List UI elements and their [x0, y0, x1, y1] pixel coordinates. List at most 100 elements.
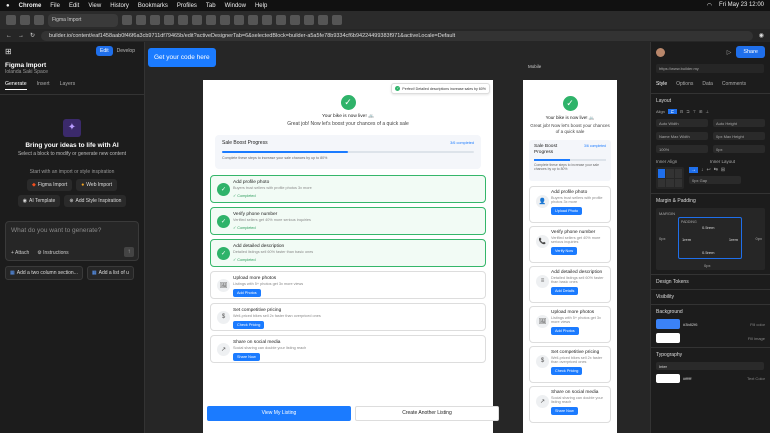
tab-15[interactable]: [262, 15, 272, 25]
menu-bookmarks[interactable]: Bookmarks: [138, 3, 168, 9]
bg-color-swatch[interactable]: [656, 319, 680, 329]
tab-data[interactable]: Data: [702, 81, 713, 87]
align-right-icon[interactable]: ⊐: [686, 109, 689, 114]
share-button[interactable]: Share: [736, 46, 765, 58]
align-center-icon[interactable]: ⊟: [680, 109, 683, 114]
mobile-task-button[interactable]: Share Now: [551, 406, 578, 415]
align-middle-icon[interactable]: ⊞: [699, 109, 702, 114]
tab-10[interactable]: [192, 15, 202, 25]
tab-16[interactable]: [276, 15, 286, 25]
code-tooltip[interactable]: Get your code here: [148, 48, 216, 67]
tab-2[interactable]: [20, 15, 30, 25]
grid-cell[interactable]: [658, 169, 666, 178]
profile-icon[interactable]: ◉: [759, 32, 764, 39]
create-listing-button[interactable]: Create Another Listing: [355, 406, 499, 421]
mobile-task-card[interactable]: ↗ Share on social media Social sharing can…: [529, 385, 611, 423]
padding-bottom-value[interactable]: 0.5rem: [702, 250, 714, 255]
text-color-swatch[interactable]: [656, 374, 680, 383]
tab-19[interactable]: [318, 15, 328, 25]
grid-icon[interactable]: ⊞: [721, 167, 725, 173]
bg-color-value[interactable]: #3b82f6: [683, 322, 697, 327]
menu-edit[interactable]: Edit: [69, 3, 79, 9]
visibility-row[interactable]: Visibility: [651, 289, 770, 304]
tab-11[interactable]: [206, 15, 216, 25]
grid-cell[interactable]: [658, 178, 666, 187]
tab-comments[interactable]: Comments: [722, 81, 746, 87]
margin-box[interactable]: MARGIN 0px 0px 0px PADDING 0.5rem 1rem 1…: [656, 208, 765, 270]
row-icon[interactable]: →: [689, 167, 698, 173]
mobile-task-card[interactable]: 👤 Add profile photo Buyers trust sellers w…: [529, 185, 611, 223]
instructions-button[interactable]: ⚙ Instructions: [37, 250, 68, 256]
padding-box[interactable]: PADDING 0.5rem 1rem 1rem 0.5rem: [678, 217, 742, 259]
task-card[interactable]: ✓ Add profile photo Buyers trust sellers w…: [210, 175, 486, 203]
mobile-task-card[interactable]: 📞 Verify phone number Verified sellers get…: [529, 225, 611, 263]
tab-insert[interactable]: Insert: [37, 81, 50, 90]
tab-style[interactable]: Style: [656, 81, 667, 87]
max-height-field[interactable]: 0px Max Height: [713, 132, 765, 140]
web-import-button[interactable]: ● Web Import: [76, 179, 118, 191]
text-color-value[interactable]: #ffffff: [683, 376, 692, 381]
builder-logo-icon[interactable]: ⊞: [5, 47, 12, 56]
suggestion-1[interactable]: ▦ Add a two column section...: [5, 266, 83, 280]
apple-icon[interactable]: ●: [6, 3, 10, 9]
menu-file[interactable]: File: [50, 3, 60, 9]
align-bottom-icon[interactable]: ⊥: [705, 109, 708, 114]
align-top-icon[interactable]: ⊤: [693, 109, 696, 114]
gap-field[interactable]: 0px Gap: [689, 176, 741, 184]
edit-button[interactable]: Edit: [96, 46, 113, 56]
align-left-icon[interactable]: ⊏: [667, 109, 677, 114]
grid-cell[interactable]: [674, 169, 682, 178]
menu-window[interactable]: Window: [225, 3, 246, 9]
mobile-task-card[interactable]: $ Set competitive pricing Well-priced bike…: [529, 345, 611, 383]
mobile-task-button[interactable]: Upload Photo: [551, 206, 583, 215]
url-field[interactable]: builder.io/content/eaf1458aab0f46f6a3cb9…: [41, 30, 753, 41]
suggestion-2[interactable]: ▦ Add a list of u: [86, 266, 134, 280]
tab-20[interactable]: [332, 15, 342, 25]
menu-history[interactable]: History: [110, 3, 129, 9]
design-tokens-row[interactable]: Design Tokens: [651, 274, 770, 289]
mobile-task-card[interactable]: 🖼 Upload more photos Listings with 5+ phot…: [529, 305, 611, 343]
max-width-field[interactable]: Name Max Width: [656, 132, 708, 140]
task-card[interactable]: ↗ Share on social media Social sharing can…: [210, 335, 486, 363]
column-icon[interactable]: ↓: [701, 167, 704, 173]
develop-button[interactable]: Develop: [113, 46, 139, 56]
task-button[interactable]: Check Pricing: [233, 321, 265, 329]
wifi-icon[interactable]: ◠: [707, 2, 712, 9]
mobile-task-card[interactable]: ≡ Add detailed description Detailed listin…: [529, 265, 611, 303]
grid-cell[interactable]: [666, 178, 674, 187]
menu-chrome[interactable]: Chrome: [19, 3, 42, 9]
task-button[interactable]: Add Photos: [233, 289, 261, 297]
preview-url-field[interactable]: https://www.builder.my: [656, 64, 764, 73]
tab-9[interactable]: [178, 15, 188, 25]
tab-5[interactable]: [122, 15, 132, 25]
margin-bottom-value[interactable]: 0px: [704, 263, 710, 268]
wrap-icon[interactable]: ↩: [707, 167, 711, 173]
style-inspiration-button[interactable]: ⊕ Add Style Inspiration: [64, 195, 127, 207]
tab-1[interactable]: [6, 15, 16, 25]
play-icon[interactable]: ▷: [727, 49, 732, 56]
fill-image-swatch[interactable]: [656, 333, 680, 343]
view-listing-button[interactable]: View My Listing: [207, 406, 351, 421]
tab-18[interactable]: [304, 15, 314, 25]
tab-8[interactable]: [164, 15, 174, 25]
mobile-task-button[interactable]: Check Pricing: [551, 366, 583, 375]
mobile-task-button[interactable]: Add Details: [551, 286, 579, 295]
back-icon[interactable]: ←: [6, 33, 12, 39]
padding-top-value[interactable]: 0.5rem: [702, 225, 714, 230]
menu-profiles[interactable]: Profiles: [177, 3, 197, 9]
tab-14[interactable]: [248, 15, 258, 25]
margin-right-value[interactable]: 0px: [756, 236, 762, 241]
figma-import-button[interactable]: ◆ Figma Import: [26, 179, 73, 191]
forward-icon[interactable]: →: [18, 33, 24, 39]
tab-17[interactable]: [290, 15, 300, 25]
tab-generate[interactable]: Generate: [5, 81, 27, 90]
menu-help[interactable]: Help: [255, 3, 267, 9]
pct-field[interactable]: 100%: [656, 145, 708, 153]
mobile-task-button[interactable]: Verify Now: [551, 246, 578, 255]
task-card[interactable]: ✓ Verify phone number Verified sellers get…: [210, 207, 486, 235]
tab-3[interactable]: [34, 15, 44, 25]
reload-icon[interactable]: ↻: [30, 32, 35, 39]
width-field[interactable]: Auto Width: [656, 119, 708, 127]
send-button[interactable]: ↑: [124, 247, 134, 257]
tab-13[interactable]: [234, 15, 244, 25]
